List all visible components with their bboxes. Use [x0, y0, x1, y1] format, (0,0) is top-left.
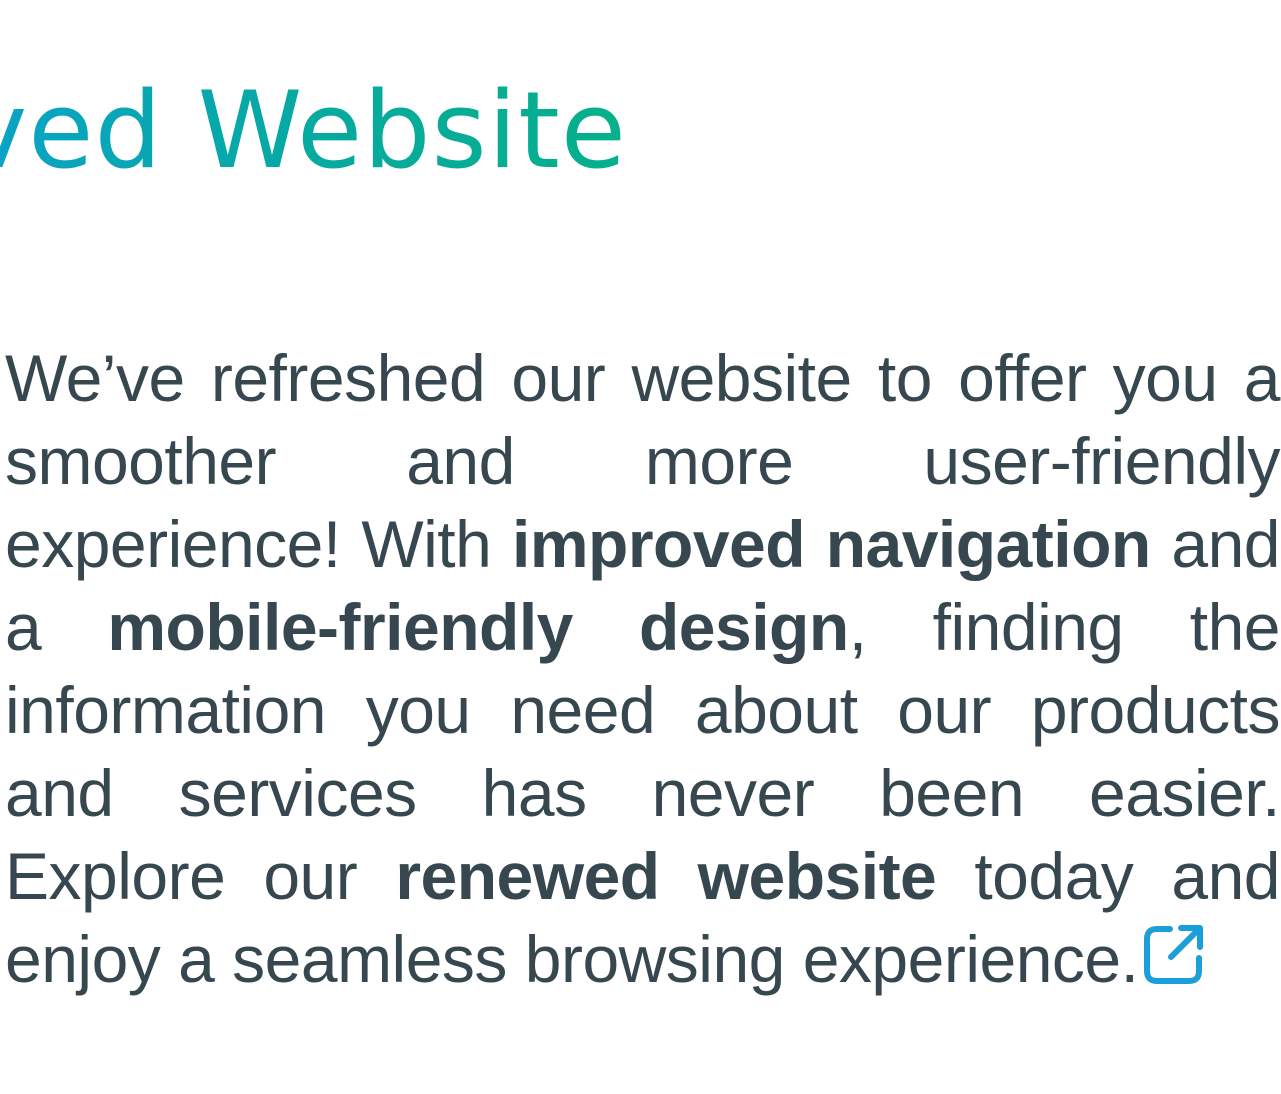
page-title: ved Website — [0, 66, 627, 196]
description-paragraph: We’ve refreshed our website to offer you… — [5, 337, 1281, 1001]
highlight-mobile-friendly-design: mobile-friendly design — [107, 590, 849, 664]
highlight-improved-navigation: improved navigation — [512, 507, 1151, 581]
page: ved Website We’ve refreshed our website … — [0, 0, 1281, 1094]
highlight-renewed-website: renewed website — [395, 839, 937, 913]
external-link-icon[interactable] — [1140, 920, 1208, 988]
